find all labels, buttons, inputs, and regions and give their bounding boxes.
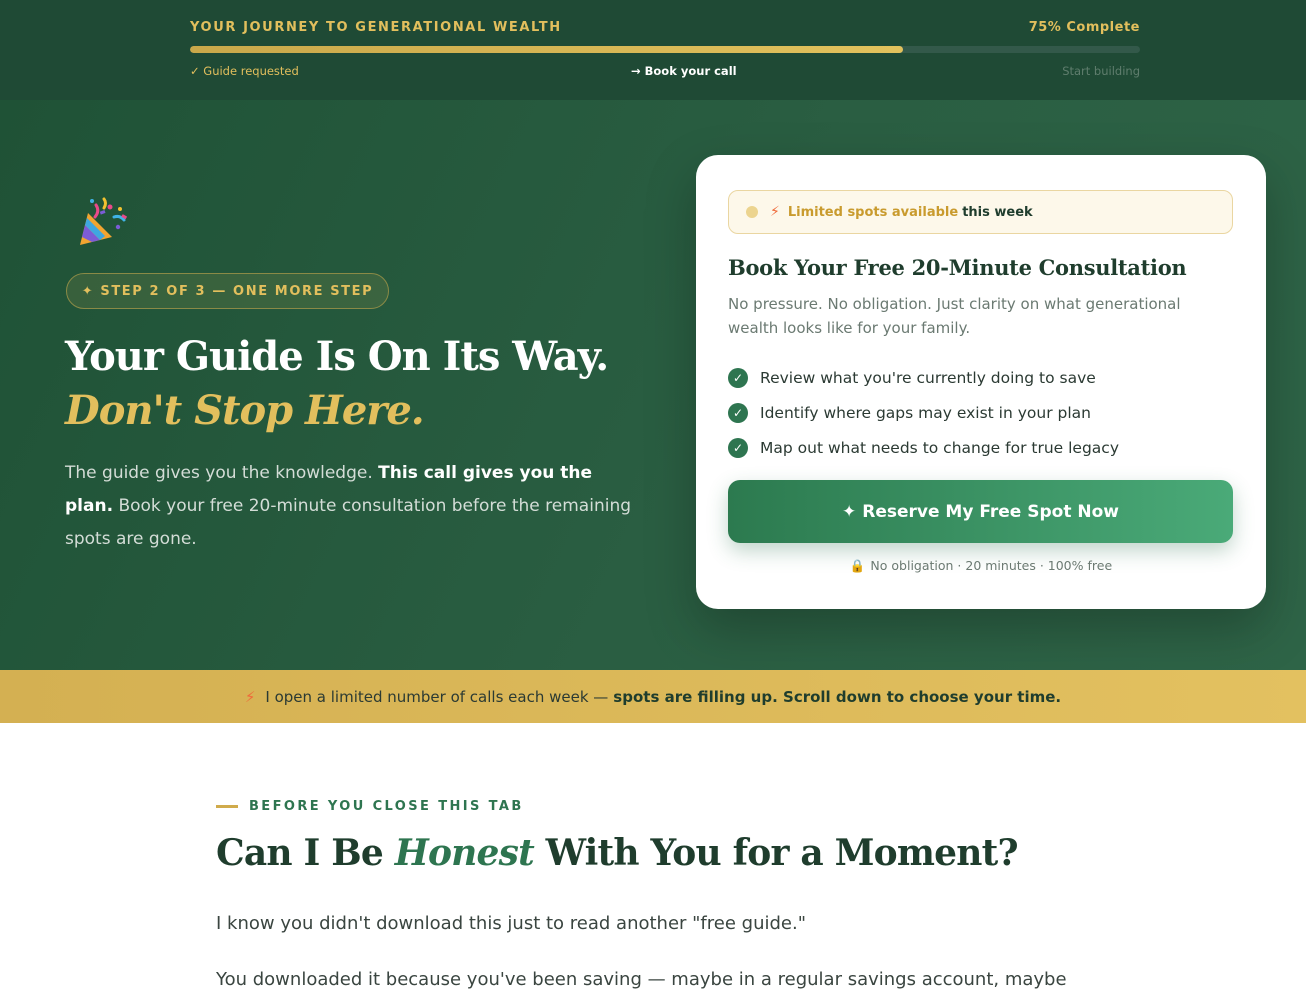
benefit-list: ✓ Review what you're currently doing to s…	[728, 360, 1119, 465]
progress-inner: YOUR JOURNEY TO GENERATIONAL WEALTH 75% …	[190, 0, 1140, 100]
check-circle-icon: ✓	[728, 437, 748, 458]
reserve-spot-label: Reserve My Free Spot Now	[862, 501, 1119, 522]
check-circle-icon: ✓	[728, 367, 748, 388]
progress-step-guide-requested: ✓ Guide requested	[190, 64, 299, 78]
progress-fill	[190, 46, 903, 53]
progress-step-start-building: Start building	[1062, 64, 1140, 78]
step-pill: ✦ STEP 2 OF 3 — ONE MORE STEP	[66, 273, 389, 309]
check-circle-icon: ✓	[728, 402, 748, 423]
list-item: ✓ Map out what needs to change for true l…	[728, 430, 1119, 465]
eyebrow-divider	[216, 805, 238, 808]
card-subtitle: No pressure. No obligation. Just clarity…	[728, 295, 1181, 337]
hero-body-part2: Book your free 20-minute consultation be…	[65, 496, 632, 549]
eyebrow-text: BEFORE YOU CLOSE THIS TAB	[249, 799, 524, 814]
section-heading: Can I Be Honest With You for a Moment?	[216, 832, 1019, 874]
progress-step-book-call: → Book your call	[631, 64, 737, 78]
benefit-text: Identify where gaps may exist in your pl…	[760, 403, 1091, 422]
hero-section: ✦ STEP 2 OF 3 — ONE MORE STEP Your Guide…	[0, 100, 1306, 670]
heading-emphasis: Honest	[394, 832, 535, 874]
sparkle-icon: ✦	[842, 501, 857, 522]
hero-headline-line1: Your Guide Is On Its Way.	[65, 333, 609, 380]
hero-body-part1: The guide gives you the knowledge.	[65, 463, 373, 483]
progress-title: YOUR JOURNEY TO GENERATIONAL WEALTH	[190, 20, 562, 35]
list-item: ✓ Review what you're currently doing to s…	[728, 360, 1119, 395]
limited-spots-highlight: Limited spots available	[787, 204, 959, 220]
list-item: ✓ Identify where gaps may exist in your p…	[728, 395, 1119, 430]
hero-headline: Your Guide Is On Its Way. Don't Stop Her…	[65, 330, 685, 438]
benefit-text: Review what you're currently doing to sa…	[760, 368, 1096, 387]
trust-text: No obligation · 20 minutes · 100% free	[870, 558, 1113, 573]
lock-icon: 🔒	[849, 558, 866, 573]
progress-header: YOUR JOURNEY TO GENERATIONAL WEALTH 75% …	[0, 0, 1306, 100]
benefit-text: Map out what needs to change for true le…	[760, 438, 1119, 457]
status-dot	[746, 206, 758, 218]
progress-track	[190, 46, 1140, 53]
trust-line: 🔒 No obligation · 20 minutes · 100% free	[696, 558, 1266, 574]
lightning-icon: ⚡	[770, 204, 780, 220]
reserve-spot-button[interactable]: ✦ Reserve My Free Spot Now	[728, 480, 1233, 543]
section-paragraph-2: You downloaded it because you've been sa…	[216, 969, 1067, 989]
section-paragraph-1: I know you didn't download this just to …	[216, 913, 806, 934]
banner-text: I open a limited number of calls each we…	[265, 687, 609, 706]
heading-pre: Can I Be	[216, 832, 384, 874]
banner-strong: spots are filling up. Scroll down to cho…	[613, 687, 1062, 706]
limited-spots-suffix: this week	[962, 204, 1033, 220]
lightning-icon: ⚡	[244, 687, 256, 706]
hero-headline-line2: Don't Stop Here.	[65, 387, 425, 434]
urgency-banner: ⚡ I open a limited number of calls each …	[0, 670, 1306, 723]
section-eyebrow: BEFORE YOU CLOSE THIS TAB	[216, 799, 524, 814]
booking-card: ⚡ Limited spots available this week Book…	[696, 155, 1266, 609]
heading-post: With You for a Moment?	[545, 832, 1019, 874]
party-popper-icon	[74, 195, 130, 251]
limited-spots-badge: ⚡ Limited spots available this week	[728, 190, 1233, 234]
card-title: Book Your Free 20-Minute Consultation	[728, 255, 1187, 280]
hero-body: The guide gives you the knowledge. This …	[65, 457, 645, 556]
progress-percent-label: 75% Complete	[1028, 20, 1140, 35]
